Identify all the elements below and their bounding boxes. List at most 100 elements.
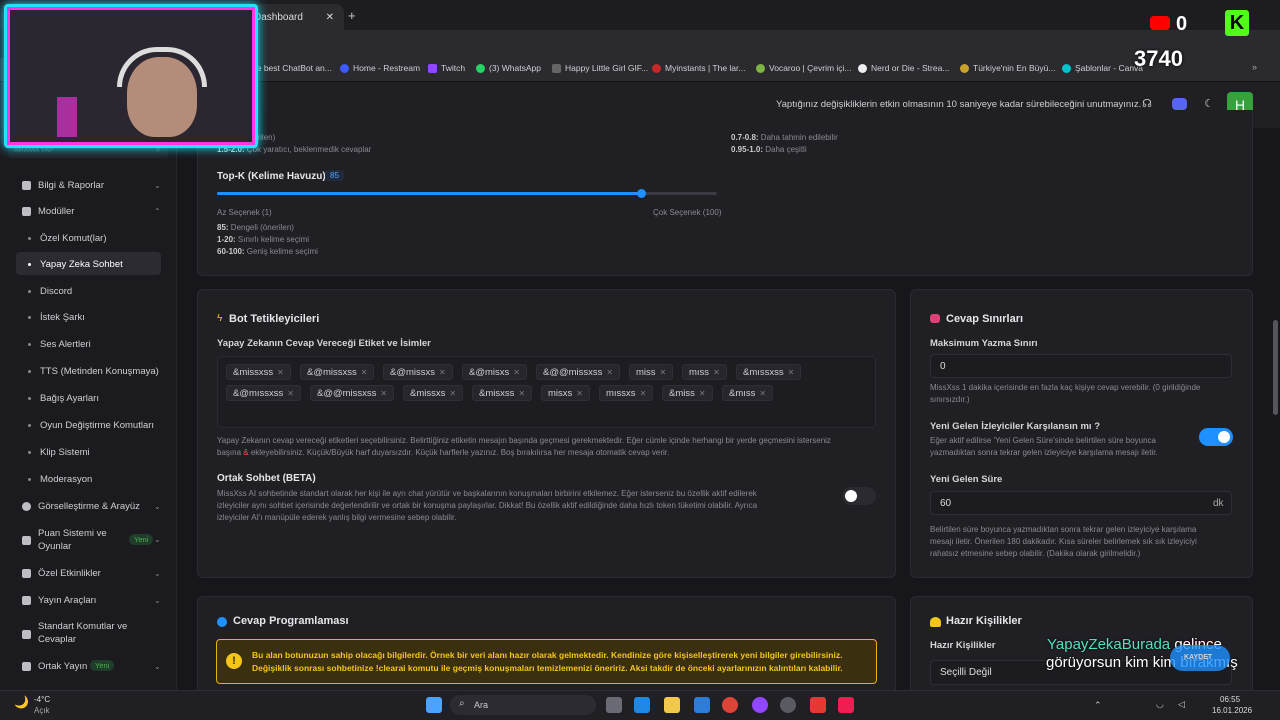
bookmark-item[interactable]: Home - Restream <box>340 63 420 73</box>
clock-time: 06:55 <box>1220 695 1241 704</box>
file-explorer-icon[interactable] <box>664 697 680 713</box>
sidebar-item-song-request[interactable]: İstek Şarkı <box>0 311 177 323</box>
sidebar-item-visuals[interactable]: Görselleştirme & Arayüz ⌄ <box>0 500 177 512</box>
windows-start-icon[interactable] <box>426 697 442 713</box>
tag-chip[interactable]: &misxss ✕ <box>472 385 533 401</box>
bookmark-item[interactable]: Vocaroo | Çevrim içi... <box>756 63 852 73</box>
sidebar-item-clips[interactable]: Klip Sistemi <box>0 446 177 458</box>
bookmark-item[interactable]: Şablonlar - Canva <box>1062 63 1143 73</box>
sidebar-item-game-commands[interactable]: Oyun Değiştirme Komutları <box>0 419 177 431</box>
sidebar-item-moderation[interactable]: Moderasyon <box>0 473 177 485</box>
tag-remove-icon[interactable]: ✕ <box>513 368 520 377</box>
taskbar-search[interactable]: Ara <box>450 695 596 715</box>
new-tab-icon[interactable]: + <box>348 8 356 23</box>
shared-chat-toggle[interactable] <box>842 487 876 505</box>
tag-remove-icon[interactable]: ✕ <box>439 368 446 377</box>
close-icon[interactable]: ✕ <box>326 12 334 23</box>
topk-note: 60-100: Geniş kelime seçimi <box>217 247 318 256</box>
bookmark-item[interactable]: he best ChatBot an... <box>252 63 332 73</box>
tab-dashboard[interactable]: Dashboard ✕ <box>244 4 344 30</box>
tag-remove-icon[interactable]: ✕ <box>699 389 706 398</box>
tag-remove-icon[interactable]: ✕ <box>576 389 583 398</box>
tag-chip[interactable]: misxs ✕ <box>541 385 590 401</box>
bookmark-item[interactable]: Twitch <box>428 63 465 73</box>
bookmarks-overflow-icon[interactable]: » <box>1252 62 1257 72</box>
sidebar-item-stream-tools[interactable]: Yayın Araçları ⌄ <box>0 594 177 606</box>
triggers-help-1: Yapay Zekanın cevap vereceği etiketleri … <box>217 436 831 445</box>
tag-remove-icon[interactable]: ✕ <box>449 389 456 398</box>
limits-title: Cevap Sınırları <box>946 313 1024 325</box>
tag-chip[interactable]: &missxss ✕ <box>226 364 291 380</box>
topk-title: Top-K (Kelime Havuzu) <box>217 171 326 182</box>
tag-remove-icon[interactable]: ✕ <box>518 389 525 398</box>
sidebar-item-modules[interactable]: Modüller ⌃ <box>0 205 177 217</box>
tag-remove-icon[interactable]: ✕ <box>640 389 647 398</box>
chrome-icon[interactable] <box>722 697 738 713</box>
sidebar-item-points-games[interactable]: Puan Sistemi ve Oyunlar Yeni ⌄ <box>0 527 177 553</box>
wifi-icon[interactable]: ◡ <box>1156 699 1164 710</box>
tag-remove-icon[interactable]: ✕ <box>606 368 613 377</box>
tag-chip[interactable]: &mıss ✕ <box>722 385 774 401</box>
grid-icon <box>22 206 31 216</box>
store-icon[interactable] <box>694 697 710 713</box>
tag-chip[interactable]: mıssxs ✕ <box>599 385 654 401</box>
shared-chat-help: izleyiciler AI'ı manüpüle ederek yanlış … <box>217 513 457 522</box>
sidebar-item-tts[interactable]: TTS (Metinden Konuşmaya) <box>0 365 177 377</box>
tag-remove-icon[interactable]: ✕ <box>287 389 294 398</box>
welcome-help: yazmadıktan sonra tekrar gelen izleyiciy… <box>930 448 1158 457</box>
bookmark-item[interactable]: Türkiye'nin En Büyü... <box>960 63 1055 73</box>
discord-icon[interactable] <box>1172 98 1187 110</box>
tiktok-icon[interactable] <box>838 697 854 713</box>
sidebar-item-ai-chat[interactable]: Yapay Zeka Sohbet <box>0 258 177 270</box>
welcome-label: Yeni Gelen İzleyiciler Karşılansın mı ? <box>930 421 1101 432</box>
sidebar-item-reports[interactable]: Bilgi & Raporlar ⌄ <box>0 179 177 191</box>
tag-remove-icon[interactable]: ✕ <box>713 368 720 377</box>
max-limit-input[interactable]: 0 <box>930 354 1232 378</box>
tag-chip[interactable]: &@misxs ✕ <box>462 364 527 380</box>
tag-remove-icon[interactable]: ✕ <box>660 368 667 377</box>
welcome-help: Eğer aktif edilirse 'Yeni Gelen Süre'sin… <box>930 436 1156 445</box>
page-scrollbar[interactable] <box>1273 320 1278 415</box>
bookmark-item[interactable]: Myinstants | The lar... <box>652 63 745 73</box>
tag-remove-icon[interactable]: ✕ <box>361 368 368 377</box>
tag-chip[interactable]: &@missxs ✕ <box>383 364 453 380</box>
temp-note-4: 0.95-1.0: Daha çeşitli <box>731 145 807 154</box>
tag-chip[interactable]: mıss ✕ <box>682 364 727 380</box>
bookmark-item[interactable]: (3) WhatsApp <box>476 63 541 73</box>
volume-icon[interactable]: ◁ <box>1178 699 1185 710</box>
sidebar-item-donations[interactable]: Bağış Ayarları <box>0 392 177 404</box>
welcome-toggle[interactable] <box>1199 428 1233 446</box>
save-button[interactable]: KAYDET <box>1170 645 1230 671</box>
sidebar-item-standard-commands[interactable]: Standart Komutlar ve Cevaplar <box>0 621 177 647</box>
tag-remove-icon[interactable]: ✕ <box>759 389 766 398</box>
app-icon[interactable] <box>810 697 826 713</box>
clock-date: 16.01.2026 <box>1212 706 1253 715</box>
youtube-icon <box>1150 16 1170 30</box>
sidebar-item-discord[interactable]: Discord <box>0 285 177 297</box>
tag-chip[interactable]: miss ✕ <box>629 364 674 380</box>
bookmark-item[interactable]: Happy Little Girl GIF... <box>552 63 648 73</box>
sidebar-item-co-stream[interactable]: Ortak Yayın Yeni ⌄ <box>0 660 177 672</box>
copilot-icon[interactable] <box>634 697 650 713</box>
tag-remove-icon[interactable]: ✕ <box>380 389 387 398</box>
app-icon[interactable] <box>780 697 796 713</box>
tag-chip[interactable]: &@missxss ✕ <box>300 364 375 380</box>
tag-remove-icon[interactable]: ✕ <box>788 368 795 377</box>
tag-chip[interactable]: &@mıssxss ✕ <box>226 385 301 401</box>
sidebar-item-custom-commands[interactable]: Özel Komut(lar) <box>0 232 177 244</box>
tag-label: &@missxs <box>390 367 436 378</box>
sidebar-item-events[interactable]: Özel Etkinlikler ⌄ <box>0 567 177 579</box>
tag-remove-icon[interactable]: ✕ <box>277 368 284 377</box>
bookmark-item[interactable]: Nerd or Die - Strea... <box>858 63 949 73</box>
tag-chip[interactable]: &mıssxss ✕ <box>736 364 802 380</box>
address-bar[interactable] <box>244 30 1280 58</box>
newtime-input[interactable]: 60 <box>930 491 1232 515</box>
app-icon[interactable] <box>752 697 768 713</box>
sidebar-item-sound-alerts[interactable]: Ses Alertleri <box>0 338 177 350</box>
tag-chip[interactable]: &@@missxss ✕ <box>310 385 395 401</box>
tag-chip[interactable]: &@@missxss ✕ <box>536 364 621 380</box>
tag-chip[interactable]: &missxs ✕ <box>403 385 464 401</box>
task-view-icon[interactable] <box>606 697 622 713</box>
tag-chip[interactable]: &miss ✕ <box>662 385 713 401</box>
tray-chevron-icon[interactable]: ⌃ <box>1094 700 1102 711</box>
